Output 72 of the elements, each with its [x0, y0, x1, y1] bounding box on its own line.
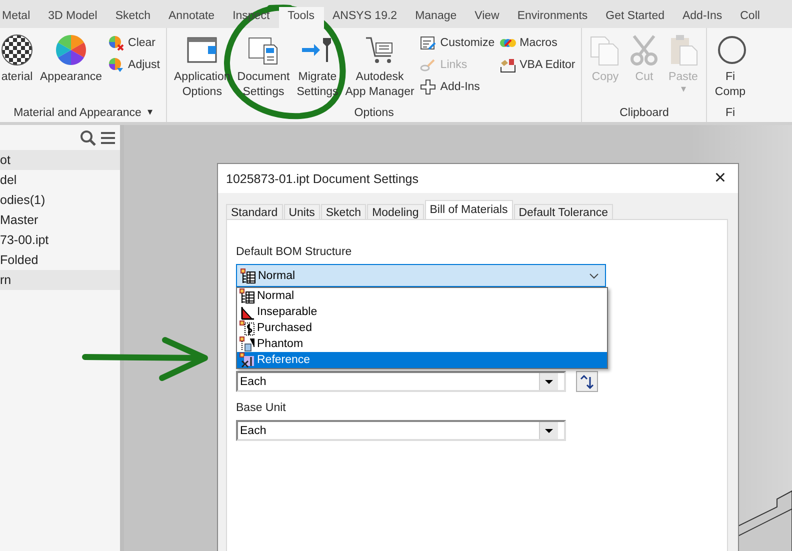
- browser-item[interactable]: odies(1): [0, 190, 120, 210]
- dialog-tab[interactable]: Bill of Materials: [424, 200, 513, 219]
- group-label: Material and Appearance: [14, 106, 142, 118]
- ribbon-button[interactable]: Clear: [108, 35, 160, 51]
- ribbon-tab[interactable]: Get Started: [596, 7, 674, 28]
- browser-item[interactable]: Master: [0, 210, 120, 230]
- dropdown-option[interactable]: Normal: [237, 288, 607, 304]
- dialog-tab[interactable]: Default Tolerance: [514, 204, 613, 219]
- group-label: Options: [354, 106, 394, 118]
- arrow-icon: [580, 374, 594, 388]
- blocks-icon: [500, 57, 516, 73]
- browser-item[interactable]: 73-00.ipt: [0, 230, 120, 250]
- option-button[interactable]: [576, 371, 598, 392]
- ribbon-tab[interactable]: Metal: [0, 7, 40, 28]
- checker-sphere-icon: [1, 34, 33, 66]
- ribbon-button[interactable]: Appearance: [39, 32, 104, 103]
- ribbon-tab[interactable]: Environments: [508, 7, 597, 28]
- ribbon-tab[interactable]: View: [466, 7, 508, 28]
- ribbon-tab[interactable]: Coll: [731, 7, 769, 28]
- ribbon-tab[interactable]: Tools: [278, 7, 324, 28]
- color-wheel-x-icon: [108, 35, 124, 51]
- browser-item[interactable]: rn: [0, 270, 120, 290]
- dropdown-option[interactable]: Phantom: [237, 336, 607, 352]
- ribbon-tab[interactable]: Manage: [406, 7, 466, 28]
- link-icon: [420, 57, 436, 73]
- scissors-icon: [628, 34, 660, 66]
- ribbon-tab[interactable]: Annotate: [160, 7, 224, 28]
- dropdown-option[interactable]: Reference: [237, 352, 607, 368]
- search-icon[interactable]: [80, 130, 96, 146]
- structure-icon: [240, 268, 256, 284]
- color-wheel-icon: [55, 34, 88, 66]
- ribbon-button[interactable]: VBA Editor: [500, 57, 576, 73]
- ribbon-button[interactable]: Macros: [500, 35, 576, 51]
- browser-item[interactable]: Folded: [0, 250, 120, 270]
- chevron-icon: [589, 272, 599, 278]
- ribbon-tab[interactable]: ANSYS 19.2: [324, 7, 406, 28]
- group-label: Clipboard: [620, 106, 669, 118]
- structure-icon: [239, 320, 255, 336]
- structure-icon: [239, 336, 255, 352]
- field-label: Base Unit: [236, 402, 287, 414]
- group-label: Fi: [725, 106, 736, 118]
- field-label: Default BOM Structure: [236, 246, 353, 258]
- ribbon-tab[interactable]: Sketch: [106, 7, 160, 28]
- dropdown[interactable]: Each: [236, 420, 566, 441]
- ribbon-button[interactable]: aterial: [0, 32, 34, 103]
- copy-icon: [589, 34, 622, 66]
- ribbon-button[interactable]: Adjust: [108, 57, 160, 73]
- close-button[interactable]: ×: [710, 167, 730, 190]
- list-icon: [420, 35, 436, 51]
- dialog-tab[interactable]: Modeling: [367, 204, 424, 219]
- group-menu-caret[interactable]: ▾: [147, 108, 152, 118]
- structure-icon: [239, 304, 255, 320]
- dropdown[interactable]: Each: [236, 371, 566, 392]
- dialog-tab[interactable]: Standard: [226, 204, 283, 219]
- dropdown-option[interactable]: Inseparable: [237, 304, 607, 320]
- structure-icon: [239, 352, 255, 368]
- ribbon-tab[interactable]: 3D Model: [39, 7, 106, 28]
- ribbon-button[interactable]: Customize: [420, 35, 495, 51]
- browser-item[interactable]: ot: [0, 150, 120, 170]
- browser-item[interactable]: del: [0, 170, 120, 190]
- dropdown[interactable]: Normal: [236, 264, 606, 287]
- dialog-title: 1025873-01.ipt Document Settings: [226, 172, 418, 186]
- dialog-tab[interactable]: Sketch: [320, 204, 366, 219]
- dialog-tab[interactable]: Units: [284, 204, 320, 219]
- ribbon-button[interactable]: Autodesk App Manager: [344, 32, 416, 103]
- ribbon-button[interactable]: Document Settings: [236, 32, 291, 103]
- ribbon-tab[interactable]: Add-Ins: [673, 7, 732, 28]
- dropdown-option[interactable]: Purchased: [237, 320, 607, 336]
- ribbon-button[interactable]: Add-Ins: [420, 79, 495, 95]
- ribbon-button[interactable]: Fi Comp: [713, 32, 748, 103]
- menu-icon[interactable]: [100, 130, 116, 146]
- plus-icon: [420, 79, 436, 95]
